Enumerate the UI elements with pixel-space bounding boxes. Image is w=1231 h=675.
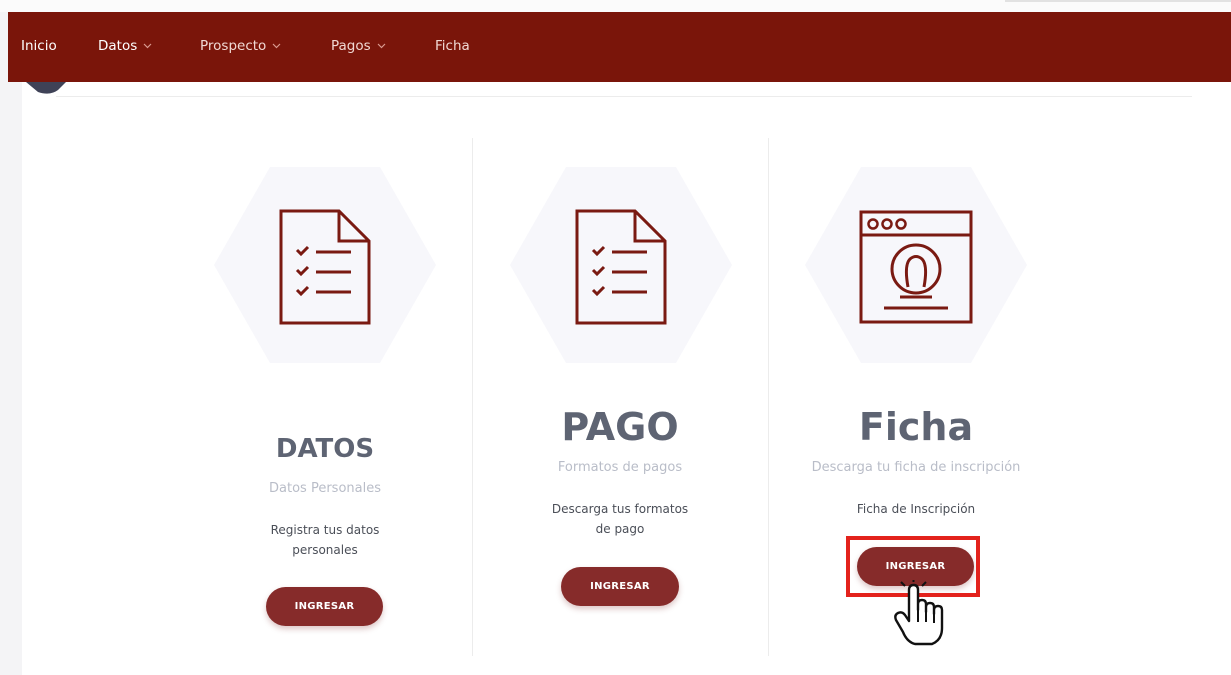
card-description-line: de pago: [595, 522, 645, 536]
card-description-line: Registra tus datos: [270, 523, 380, 537]
top-navbar: Inicio Datos Prospecto Pagos Ficha: [8, 12, 1231, 82]
nav-pagos-label: Pagos: [331, 38, 371, 54]
top-strip: [0, 0, 1231, 12]
nav-ficha-label: Ficha: [435, 38, 470, 54]
card-title: DATOS: [275, 434, 375, 464]
nav-prospecto-label: Prospecto: [200, 38, 267, 54]
ingresar-button-datos[interactable]: INGRESAR: [266, 587, 383, 626]
checklist-document-icon: [279, 209, 371, 325]
card-description: Ficha de Inscripción: [816, 499, 1016, 519]
card-subtitle: Datos Personales: [269, 481, 381, 496]
profile-window-icon: [859, 210, 973, 324]
card-description-line: personales: [292, 543, 358, 557]
card-title: Ficha: [858, 405, 974, 449]
top-strip-line: [1005, 0, 1231, 2]
chevron-down-icon: [377, 43, 386, 49]
card-description: Registra tus datos personales: [225, 520, 425, 560]
card-description-line: Descarga tus formatos: [551, 502, 689, 516]
hand-pointer-icon: [894, 580, 944, 646]
column-divider: [472, 138, 473, 656]
navbar-notch-decoration: [26, 82, 66, 94]
card-title: PAGO: [561, 405, 679, 449]
nav-inicio-label: Inicio: [21, 38, 57, 54]
card-subtitle: Descarga tu ficha de inscripción: [811, 460, 1021, 475]
chevron-down-icon: [143, 43, 152, 49]
card-description-line: Ficha de Inscripción: [856, 502, 976, 516]
nav-prospecto[interactable]: Prospecto: [200, 38, 281, 54]
nav-pagos[interactable]: Pagos: [331, 38, 386, 54]
checklist-document-icon: [575, 209, 667, 325]
ingresar-button-pago[interactable]: INGRESAR: [561, 567, 679, 606]
chevron-down-icon: [272, 43, 281, 49]
card-description: Descarga tus formatos de pago: [520, 499, 720, 539]
nav-ficha[interactable]: Ficha: [435, 38, 470, 54]
card-subtitle: Formatos de pagos: [557, 460, 683, 475]
column-divider: [768, 138, 769, 656]
nav-inicio[interactable]: Inicio: [21, 38, 57, 54]
nav-datos-label: Datos: [98, 38, 138, 54]
content-divider: [56, 96, 1192, 97]
nav-datos[interactable]: Datos: [98, 38, 152, 54]
